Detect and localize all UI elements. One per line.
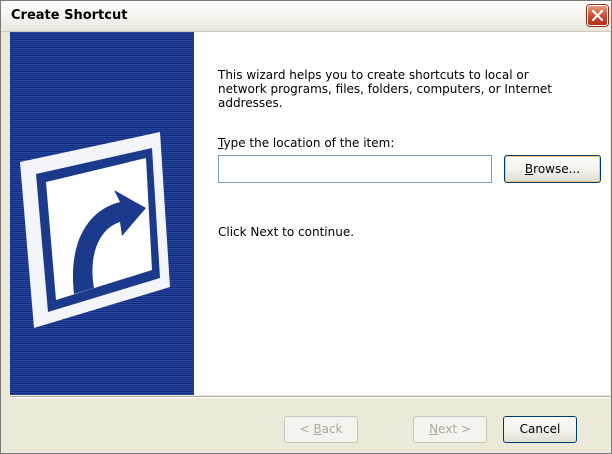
window-title: Create Shortcut bbox=[11, 8, 128, 23]
close-icon bbox=[592, 10, 603, 21]
browse-button[interactable]: Browse... bbox=[504, 155, 601, 183]
title-bar[interactable]: Create Shortcut bbox=[1, 1, 611, 32]
shortcut-arrow-icon bbox=[20, 132, 170, 328]
wizard-content: This wizard helps you to create shortcut… bbox=[194, 32, 610, 395]
back-mnemonic: B bbox=[313, 422, 322, 436]
next-button[interactable]: Next > bbox=[413, 416, 487, 443]
back-button[interactable]: < Back bbox=[284, 416, 358, 443]
location-input[interactable] bbox=[218, 155, 492, 183]
wizard-banner bbox=[10, 32, 194, 395]
footer-divider bbox=[10, 396, 610, 398]
back-label: ack bbox=[321, 422, 343, 436]
intro-text: This wizard helps you to create shortcut… bbox=[218, 68, 553, 110]
cancel-button[interactable]: Cancel bbox=[503, 416, 577, 443]
create-shortcut-dialog: Create Shortcut This wizard helps you to… bbox=[0, 0, 612, 454]
location-label-text: ype the location of the item: bbox=[223, 136, 395, 150]
close-button[interactable] bbox=[587, 5, 608, 26]
browse-label: rowse... bbox=[533, 162, 581, 176]
back-prefix: < bbox=[299, 422, 314, 436]
next-mnemonic: N bbox=[429, 422, 439, 436]
location-label: Type the location of the item: bbox=[218, 136, 394, 150]
next-label: ext > bbox=[438, 422, 471, 436]
continue-hint: Click Next to continue. bbox=[218, 225, 355, 239]
browse-mnemonic: B bbox=[524, 162, 534, 176]
